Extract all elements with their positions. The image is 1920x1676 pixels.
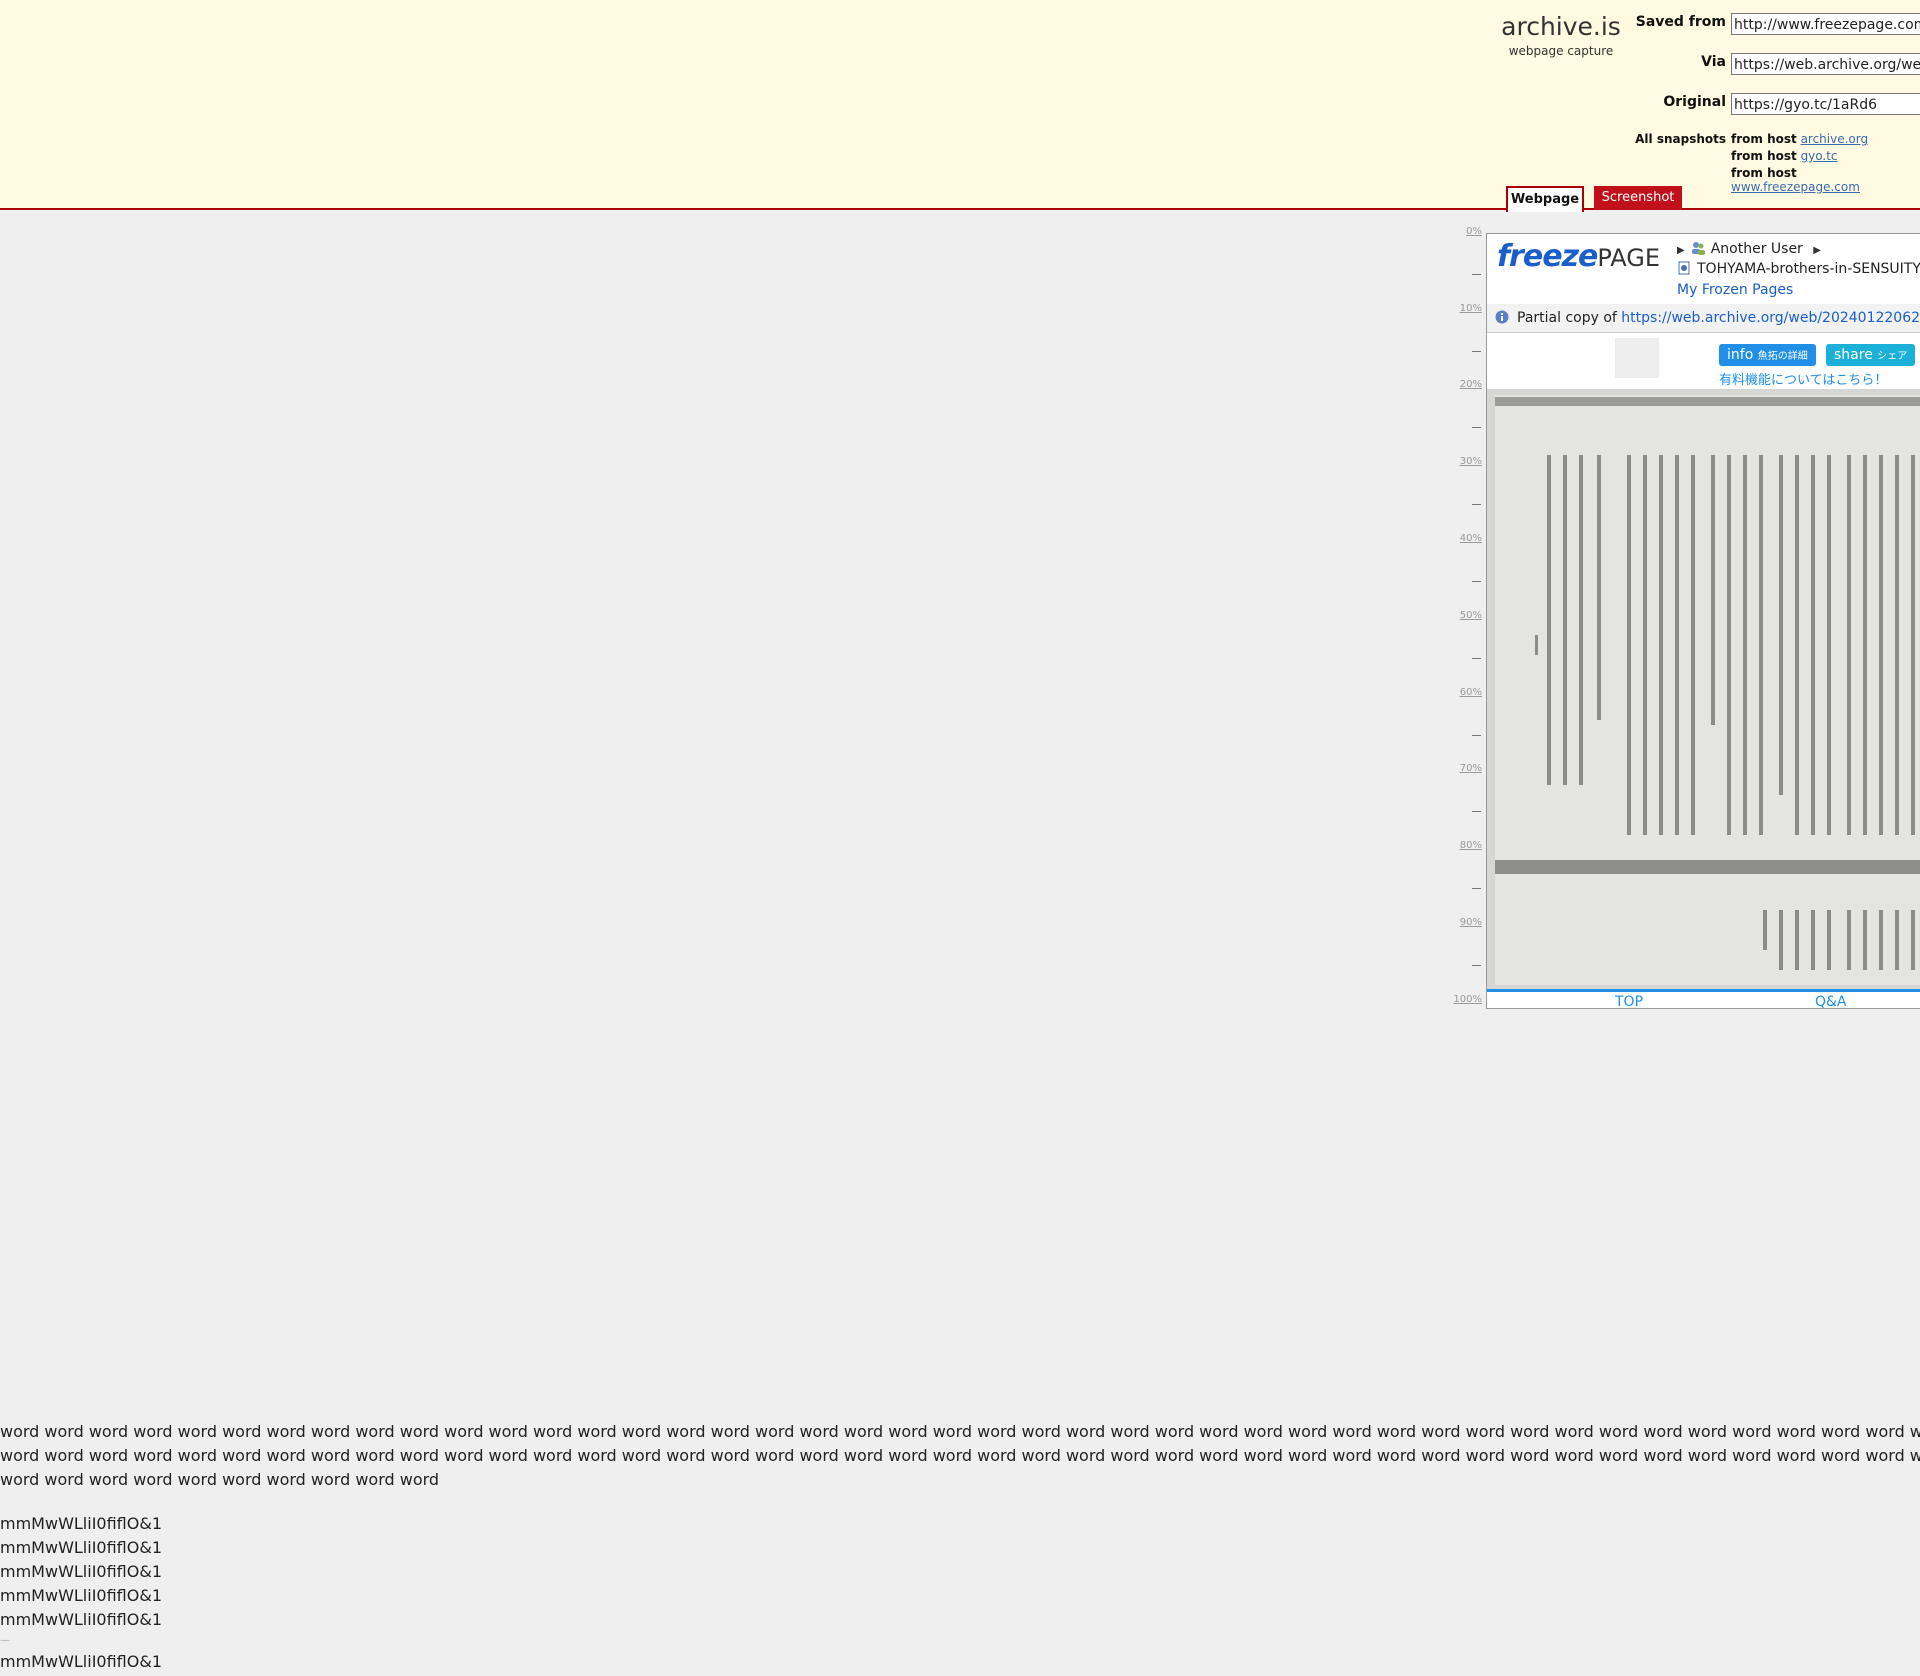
my-frozen-pages-link[interactable]: My Frozen Pages <box>1677 282 1793 298</box>
word-line: word word word word word word word word … <box>0 1446 1920 1465</box>
scanned-page-image <box>1495 397 1920 970</box>
freezepage-logo[interactable]: freezePAGE <box>1497 239 1660 274</box>
scale-tick <box>1472 811 1481 812</box>
saved-from-field[interactable]: http://www.freezepage.com/1 <box>1731 13 1920 35</box>
page-icon <box>1678 261 1690 275</box>
scale-tick <box>1472 581 1481 582</box>
snapshot-prefix: from host <box>1731 166 1797 180</box>
scanned-page <box>1495 395 1920 985</box>
scale-tick <box>1472 351 1481 352</box>
scale-label[interactable]: 50% <box>1448 610 1482 621</box>
page-title-line: TOHYAMA-brothers-in-SENSUITYO <box>1677 261 1920 277</box>
word-line: word word word word word word word word … <box>0 1422 1920 1441</box>
nav-qa[interactable]: Q&A <box>1815 994 1847 1008</box>
partial-copy-bar: Partial copy of https://web.archive.org/… <box>1487 304 1920 333</box>
info-label: info <box>1727 347 1754 363</box>
logo-page: PAGE <box>1597 244 1661 272</box>
scale-label[interactable]: 0% <box>1448 226 1482 237</box>
tab-webpage[interactable]: Webpage <box>1506 186 1584 212</box>
saved-from-label: Saved from <box>1635 14 1726 30</box>
scale-label[interactable]: 30% <box>1448 456 1482 467</box>
scale-tick <box>1472 658 1481 659</box>
user-name[interactable]: Another User <box>1711 241 1803 257</box>
snapshot-item: from host www.freezepage.com <box>1731 166 1920 194</box>
partial-prefix: Partial copy of <box>1517 310 1617 326</box>
scanned-document-image <box>1487 389 1920 989</box>
scale-label[interactable]: 90% <box>1448 917 1482 928</box>
scale-tick <box>1472 427 1481 428</box>
divider-dash: — <box>0 1635 10 1646</box>
info-circle-icon <box>1495 310 1509 324</box>
scale-label[interactable]: 80% <box>1448 840 1482 851</box>
freezepage-header: freezePAGE ▶ Another User ▶ TOHYAMA-broth… <box>1487 234 1920 305</box>
snapshot-prefix: from host <box>1731 132 1797 146</box>
snapshot-prefix: from host <box>1731 149 1797 163</box>
glyph-test-line: mmMwWLliI0fiflO&1 <box>0 1538 162 1557</box>
scale-tick <box>1472 274 1481 275</box>
snapshot-item: from host archive.org <box>1731 132 1868 146</box>
share-sub: シェア <box>1877 351 1908 362</box>
share-button[interactable]: share シェア <box>1826 344 1916 366</box>
all-snapshots-label: All snapshots <box>1635 132 1726 146</box>
scale-tick <box>1472 504 1481 505</box>
archive-header: archive.is webpage capture Saved from ht… <box>0 0 1920 212</box>
glyph-test-line: mmMwWLliI0fiflO&1 <box>0 1562 162 1581</box>
scale-label[interactable]: 60% <box>1448 687 1482 698</box>
user-line: ▶ Another User ▶ <box>1677 241 1827 257</box>
snapshot-link-freezepage[interactable]: www.freezepage.com <box>1731 180 1860 194</box>
freezepage-bottom-nav: TOP Q&A <box>1487 989 1920 1008</box>
glyph-test-line: mmMwWLliI0fiflO&1 <box>0 1652 162 1671</box>
users-icon <box>1691 242 1705 255</box>
scale-label[interactable]: 40% <box>1448 533 1482 544</box>
tab-screenshot[interactable]: Screenshot <box>1594 186 1682 210</box>
snapshot-item: from host gyo.tc <box>1731 149 1838 163</box>
info-sub: 魚拓の詳細 <box>1757 351 1808 362</box>
share-label: share <box>1834 347 1873 363</box>
triangle-right-icon: ▶ <box>1677 245 1685 256</box>
glyph-test-line: mmMwWLliI0fiflO&1 <box>0 1586 162 1605</box>
ad-placeholder <box>1615 338 1659 378</box>
snapshot-link-archive-org[interactable]: archive.org <box>1801 132 1869 146</box>
page-title: TOHYAMA-brothers-in-SENSUITYO <box>1697 261 1920 277</box>
body-text: word word word word word word word word … <box>0 1420 1920 1674</box>
original-label: Original <box>1663 94 1726 110</box>
word-line: word word word word word word word word … <box>0 1470 440 1489</box>
original-field[interactable]: https://gyo.tc/1aRd6 <box>1731 93 1920 115</box>
via-label: Via <box>1701 54 1726 70</box>
scale-tick <box>1472 888 1481 889</box>
partial-link[interactable]: https://web.archive.org/web/202401220621… <box>1621 310 1920 326</box>
scale-label[interactable]: 10% <box>1448 303 1482 314</box>
triangle-right-icon: ▶ <box>1813 245 1821 256</box>
glyph-test-line: mmMwWLliI0fiflO&1 <box>0 1514 162 1533</box>
frozen-page-frame: freezePAGE ▶ Another User ▶ TOHYAMA-broth… <box>1486 233 1920 1009</box>
scale-tick <box>1472 965 1481 966</box>
scale-label[interactable]: 70% <box>1448 763 1482 774</box>
scale-tick <box>1472 735 1481 736</box>
paid-features-link[interactable]: 有料機能についてはこちら！ <box>1719 369 1887 388</box>
logo-freeze: freeze <box>1497 239 1598 274</box>
scale-label[interactable]: 100% <box>1448 994 1482 1005</box>
scale-label[interactable]: 20% <box>1448 379 1482 390</box>
via-field[interactable]: https://web.archive.org/web/2 <box>1731 53 1920 75</box>
info-button[interactable]: info 魚拓の詳細 <box>1719 344 1816 366</box>
nav-top[interactable]: TOP <box>1615 994 1643 1008</box>
glyph-test-line: mmMwWLliI0fiflO&1 <box>0 1610 162 1629</box>
snapshot-link-gyo-tc[interactable]: gyo.tc <box>1801 149 1838 163</box>
